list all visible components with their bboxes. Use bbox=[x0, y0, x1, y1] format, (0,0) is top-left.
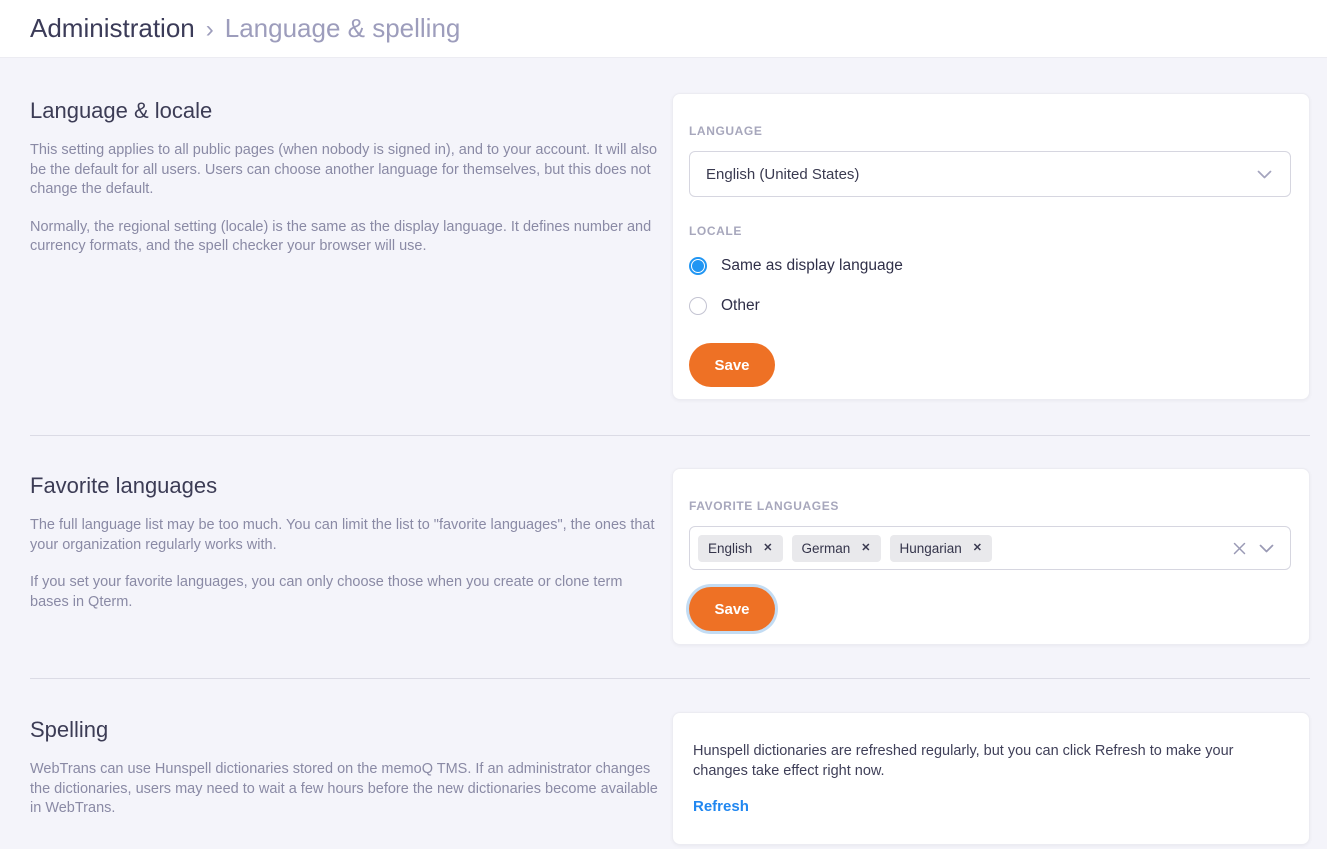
save-language-locale-button[interactable]: Save bbox=[689, 343, 775, 387]
section-title-language-locale: Language & locale bbox=[30, 98, 662, 124]
section-favorite-languages-description: Favorite languages The full language lis… bbox=[30, 468, 662, 645]
tag-hungarian-label: Hungarian bbox=[900, 541, 962, 556]
language-field-label: LANGUAGE bbox=[689, 124, 1291, 138]
breadcrumb-current-page: Language & spelling bbox=[225, 13, 461, 44]
section-spelling: Spelling WebTrans can use Hunspell dicti… bbox=[30, 712, 1310, 845]
tag-english-label: English bbox=[708, 541, 752, 556]
spelling-card: Hunspell dictionaries are refreshed regu… bbox=[672, 712, 1310, 845]
radio-same-as-display-language[interactable]: Same as display language bbox=[689, 257, 1291, 275]
clear-all-icon[interactable] bbox=[1232, 541, 1247, 556]
language-locale-paragraph-1: This setting applies to all public pages… bbox=[30, 141, 662, 200]
spelling-paragraph-1: WebTrans can use Hunspell dictionaries s… bbox=[30, 760, 662, 819]
remove-tag-icon[interactable]: ✕ bbox=[763, 543, 772, 554]
spelling-card-text: Hunspell dictionaries are refreshed regu… bbox=[693, 741, 1289, 781]
section-title-favorite-languages: Favorite languages bbox=[30, 473, 662, 499]
radio-label-other: Other bbox=[721, 297, 760, 315]
tag-german: German ✕ bbox=[792, 535, 881, 562]
radio-selected-icon bbox=[689, 257, 707, 275]
main-content: Language & locale This setting applies t… bbox=[0, 58, 1327, 845]
locale-field-label: LOCALE bbox=[689, 224, 1291, 238]
language-locale-paragraph-2: Normally, the regional setting (locale) … bbox=[30, 218, 662, 257]
section-favorite-languages: Favorite languages The full language lis… bbox=[30, 468, 1310, 645]
section-title-spelling: Spelling bbox=[30, 717, 662, 743]
section-spelling-description: Spelling WebTrans can use Hunspell dicti… bbox=[30, 712, 662, 845]
breadcrumb-separator: › bbox=[206, 16, 214, 44]
multiselect-controls bbox=[1232, 541, 1274, 556]
breadcrumb-administration[interactable]: Administration bbox=[30, 13, 195, 44]
language-locale-card: LANGUAGE English (United States) LOCALE … bbox=[672, 93, 1310, 400]
chevron-down-icon[interactable] bbox=[1259, 544, 1274, 553]
chevron-down-icon bbox=[1257, 170, 1272, 179]
favorite-languages-paragraph-1: The full language list may be too much. … bbox=[30, 516, 662, 555]
tag-hungarian: Hungarian ✕ bbox=[890, 535, 993, 562]
favorite-languages-field-label: FAVORITE LANGUAGES bbox=[689, 499, 1291, 513]
refresh-link[interactable]: Refresh bbox=[693, 798, 749, 815]
favorite-languages-multiselect[interactable]: English ✕ German ✕ Hungarian ✕ bbox=[689, 526, 1291, 570]
section-language-locale-description: Language & locale This setting applies t… bbox=[30, 93, 662, 400]
radio-label-same-as-display: Same as display language bbox=[721, 257, 903, 275]
page-header: Administration › Language & spelling bbox=[0, 0, 1327, 58]
save-favorite-languages-button[interactable]: Save bbox=[689, 587, 775, 631]
language-select-value: English (United States) bbox=[706, 166, 859, 183]
radio-unselected-icon bbox=[689, 297, 707, 315]
section-divider bbox=[30, 435, 1310, 436]
favorite-languages-paragraph-2: If you set your favorite languages, you … bbox=[30, 573, 662, 612]
remove-tag-icon[interactable]: ✕ bbox=[973, 543, 982, 554]
breadcrumb: Administration › Language & spelling bbox=[30, 13, 460, 44]
tag-english: English ✕ bbox=[698, 535, 783, 562]
section-language-locale: Language & locale This setting applies t… bbox=[30, 93, 1310, 400]
section-divider bbox=[30, 678, 1310, 679]
remove-tag-icon[interactable]: ✕ bbox=[861, 543, 870, 554]
radio-other-locale[interactable]: Other bbox=[689, 297, 1291, 315]
tag-german-label: German bbox=[802, 541, 851, 556]
favorite-languages-card: FAVORITE LANGUAGES English ✕ German ✕ Hu… bbox=[672, 468, 1310, 645]
language-select[interactable]: English (United States) bbox=[689, 151, 1291, 197]
